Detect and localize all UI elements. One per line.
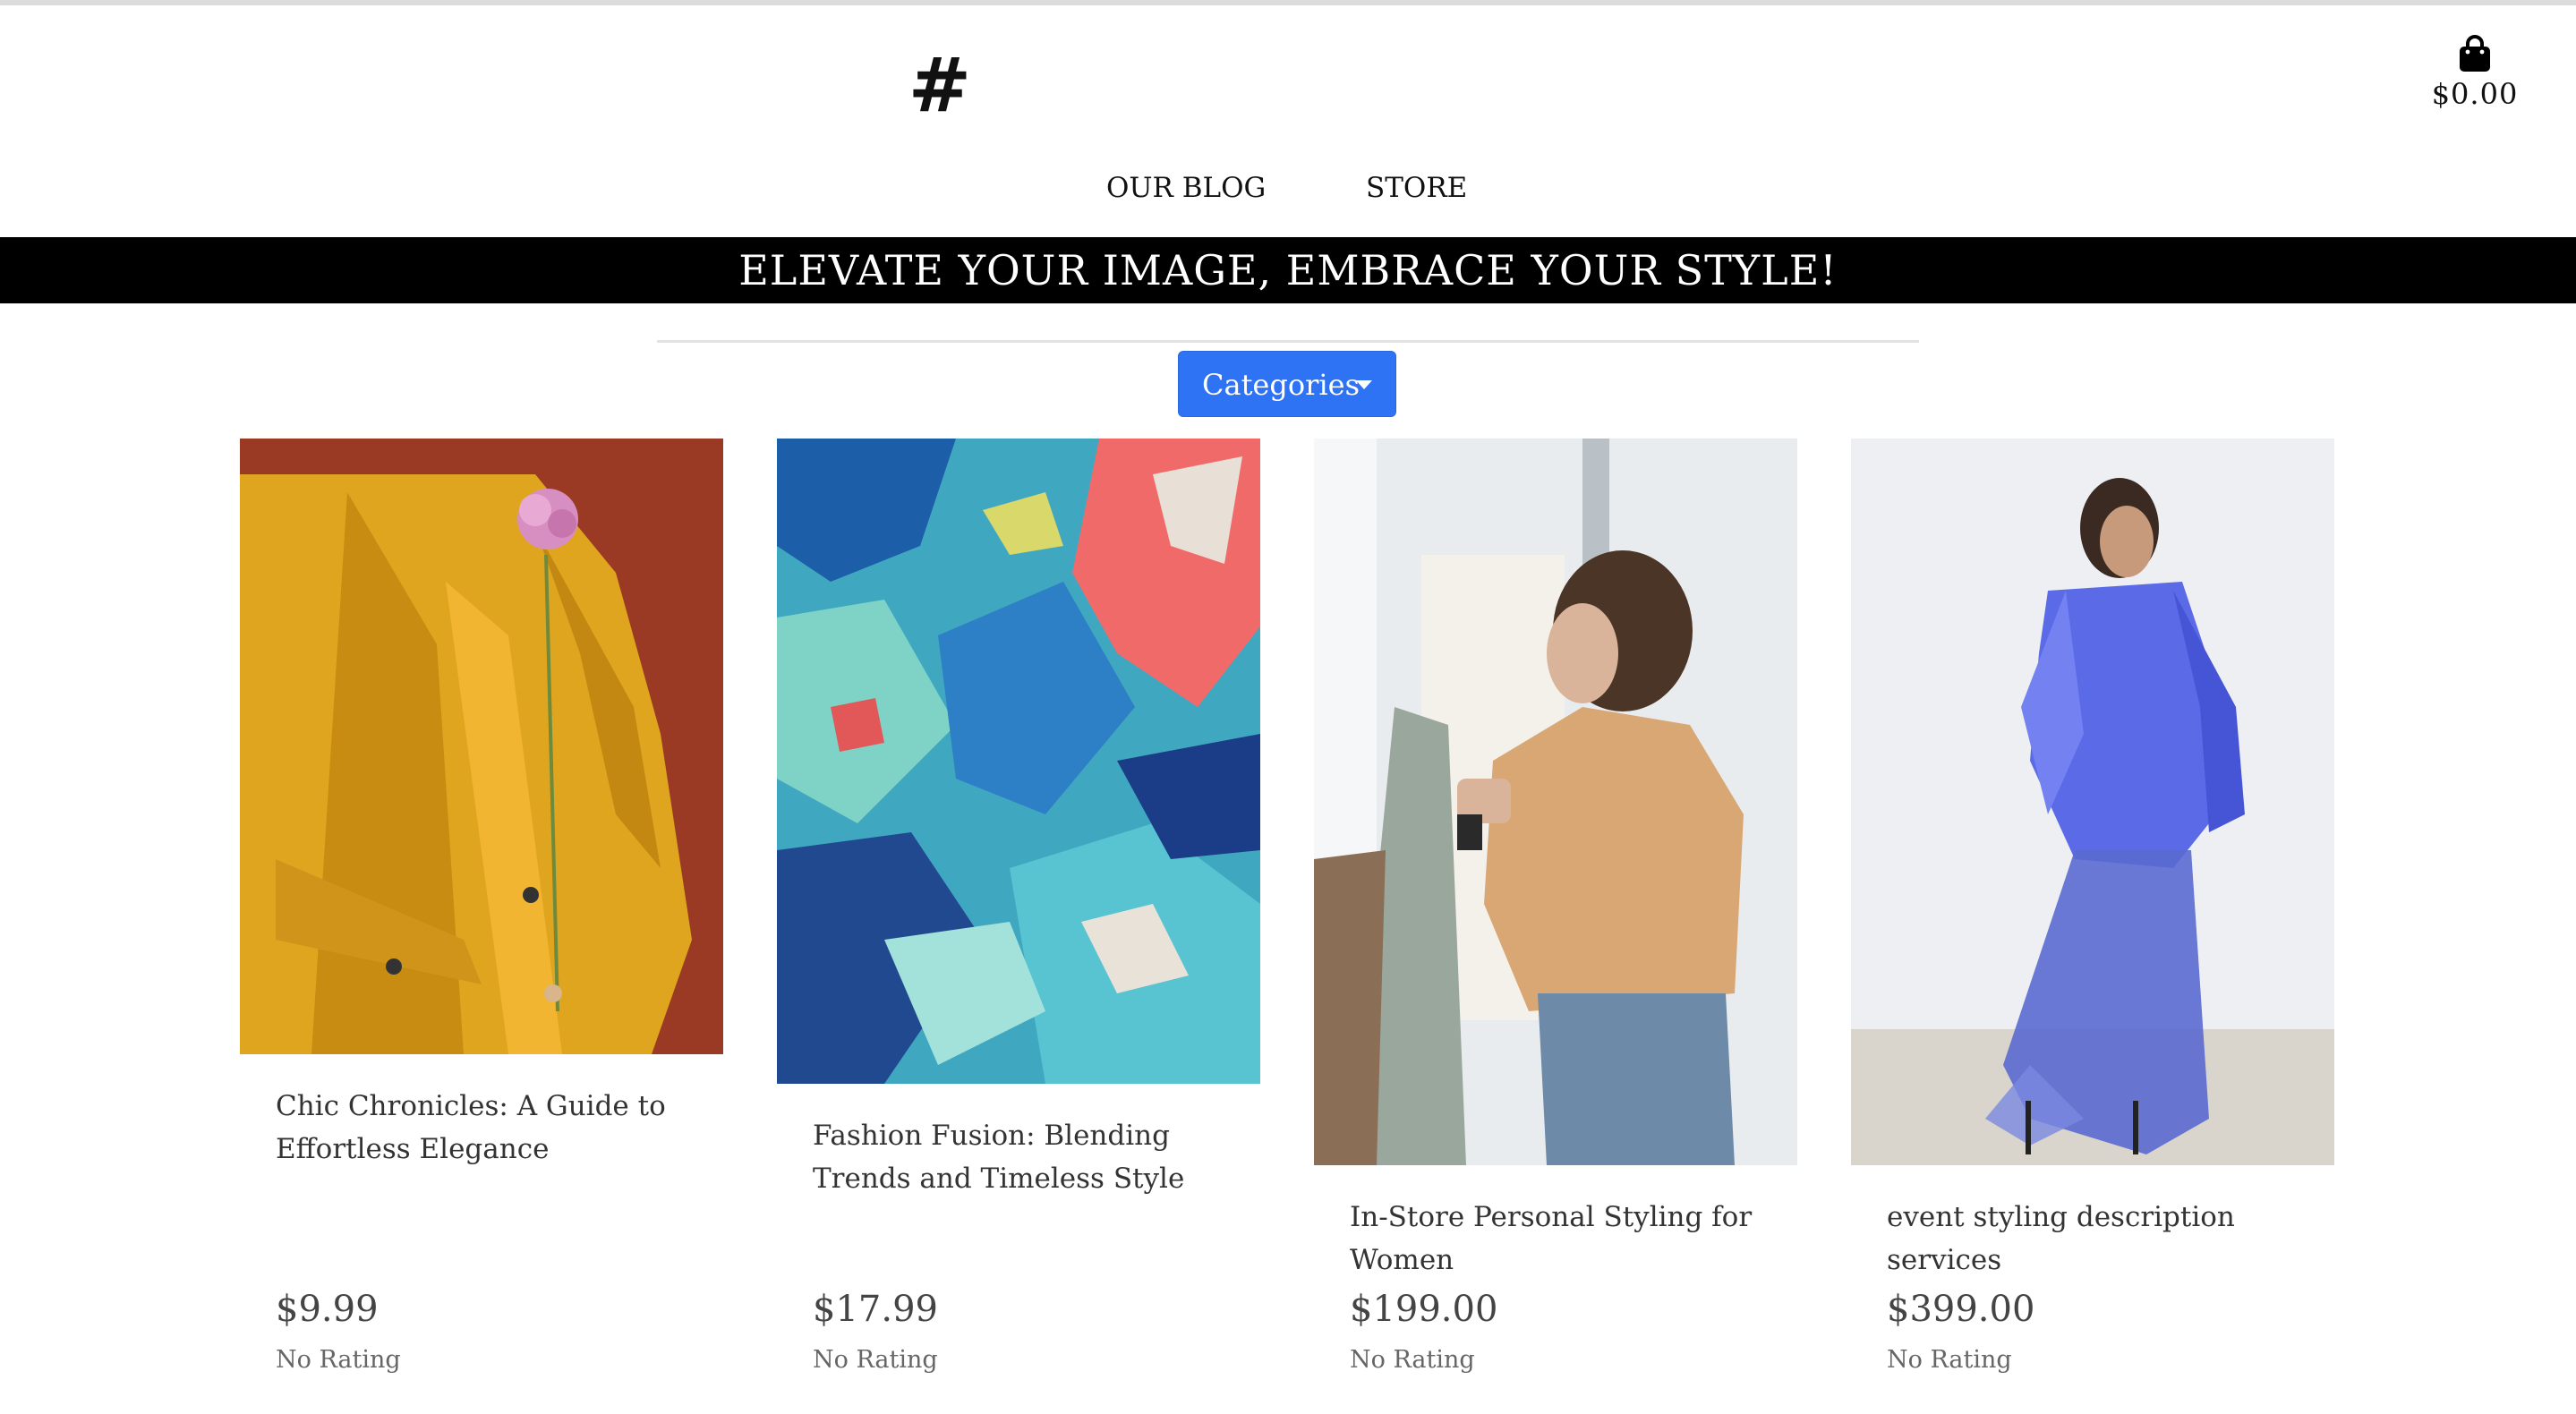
product-rating: No Rating bbox=[1887, 1346, 2012, 1374]
product-card[interactable]: Chic Chronicles: A Guide to Effortless E… bbox=[240, 439, 723, 1414]
product-image[interactable] bbox=[1314, 439, 1797, 1165]
categories-label: Categories bbox=[1202, 368, 1360, 402]
product-rating: No Rating bbox=[1350, 1346, 1475, 1374]
product-image[interactable] bbox=[777, 439, 1260, 1084]
categories-dropdown-button[interactable]: Categories bbox=[1178, 351, 1396, 417]
product-card[interactable]: In-Store Personal Styling for Women $199… bbox=[1314, 439, 1797, 1414]
product-rating: No Rating bbox=[276, 1346, 401, 1374]
site-logo[interactable]: # bbox=[904, 36, 976, 134]
product-title[interactable]: Fashion Fusion: Blending Trends and Time… bbox=[813, 1114, 1233, 1200]
product-image[interactable] bbox=[1851, 439, 2334, 1165]
product-rating: No Rating bbox=[813, 1346, 938, 1374]
caret-down-icon bbox=[1356, 380, 1372, 389]
product-price: $399.00 bbox=[1887, 1289, 2035, 1330]
product-image[interactable] bbox=[240, 439, 723, 1054]
product-title[interactable]: In-Store Personal Styling for Women bbox=[1350, 1196, 1770, 1282]
product-title[interactable]: Chic Chronicles: A Guide to Effortless E… bbox=[276, 1085, 696, 1171]
product-card[interactable]: Fashion Fusion: Blending Trends and Time… bbox=[777, 439, 1260, 1414]
cart-button[interactable]: $0.00 bbox=[2417, 34, 2533, 124]
product-card[interactable]: event styling description services $399.… bbox=[1851, 439, 2334, 1414]
cart-total: $0.00 bbox=[2431, 77, 2519, 111]
product-price: $9.99 bbox=[276, 1289, 379, 1330]
product-title[interactable]: event styling description services bbox=[1887, 1196, 2307, 1282]
product-price: $17.99 bbox=[813, 1289, 938, 1330]
nav-store[interactable]: STORE bbox=[1366, 163, 1467, 213]
top-border bbox=[0, 0, 2576, 11]
product-price: $199.00 bbox=[1350, 1289, 1498, 1330]
section-divider bbox=[657, 340, 1919, 343]
promo-banner: ELEVATE YOUR IMAGE, EMBRACE YOUR STYLE! bbox=[0, 237, 2576, 303]
shopping-bag-icon bbox=[2460, 35, 2490, 72]
nav-our-blog[interactable]: OUR BLOG bbox=[1106, 163, 1266, 213]
